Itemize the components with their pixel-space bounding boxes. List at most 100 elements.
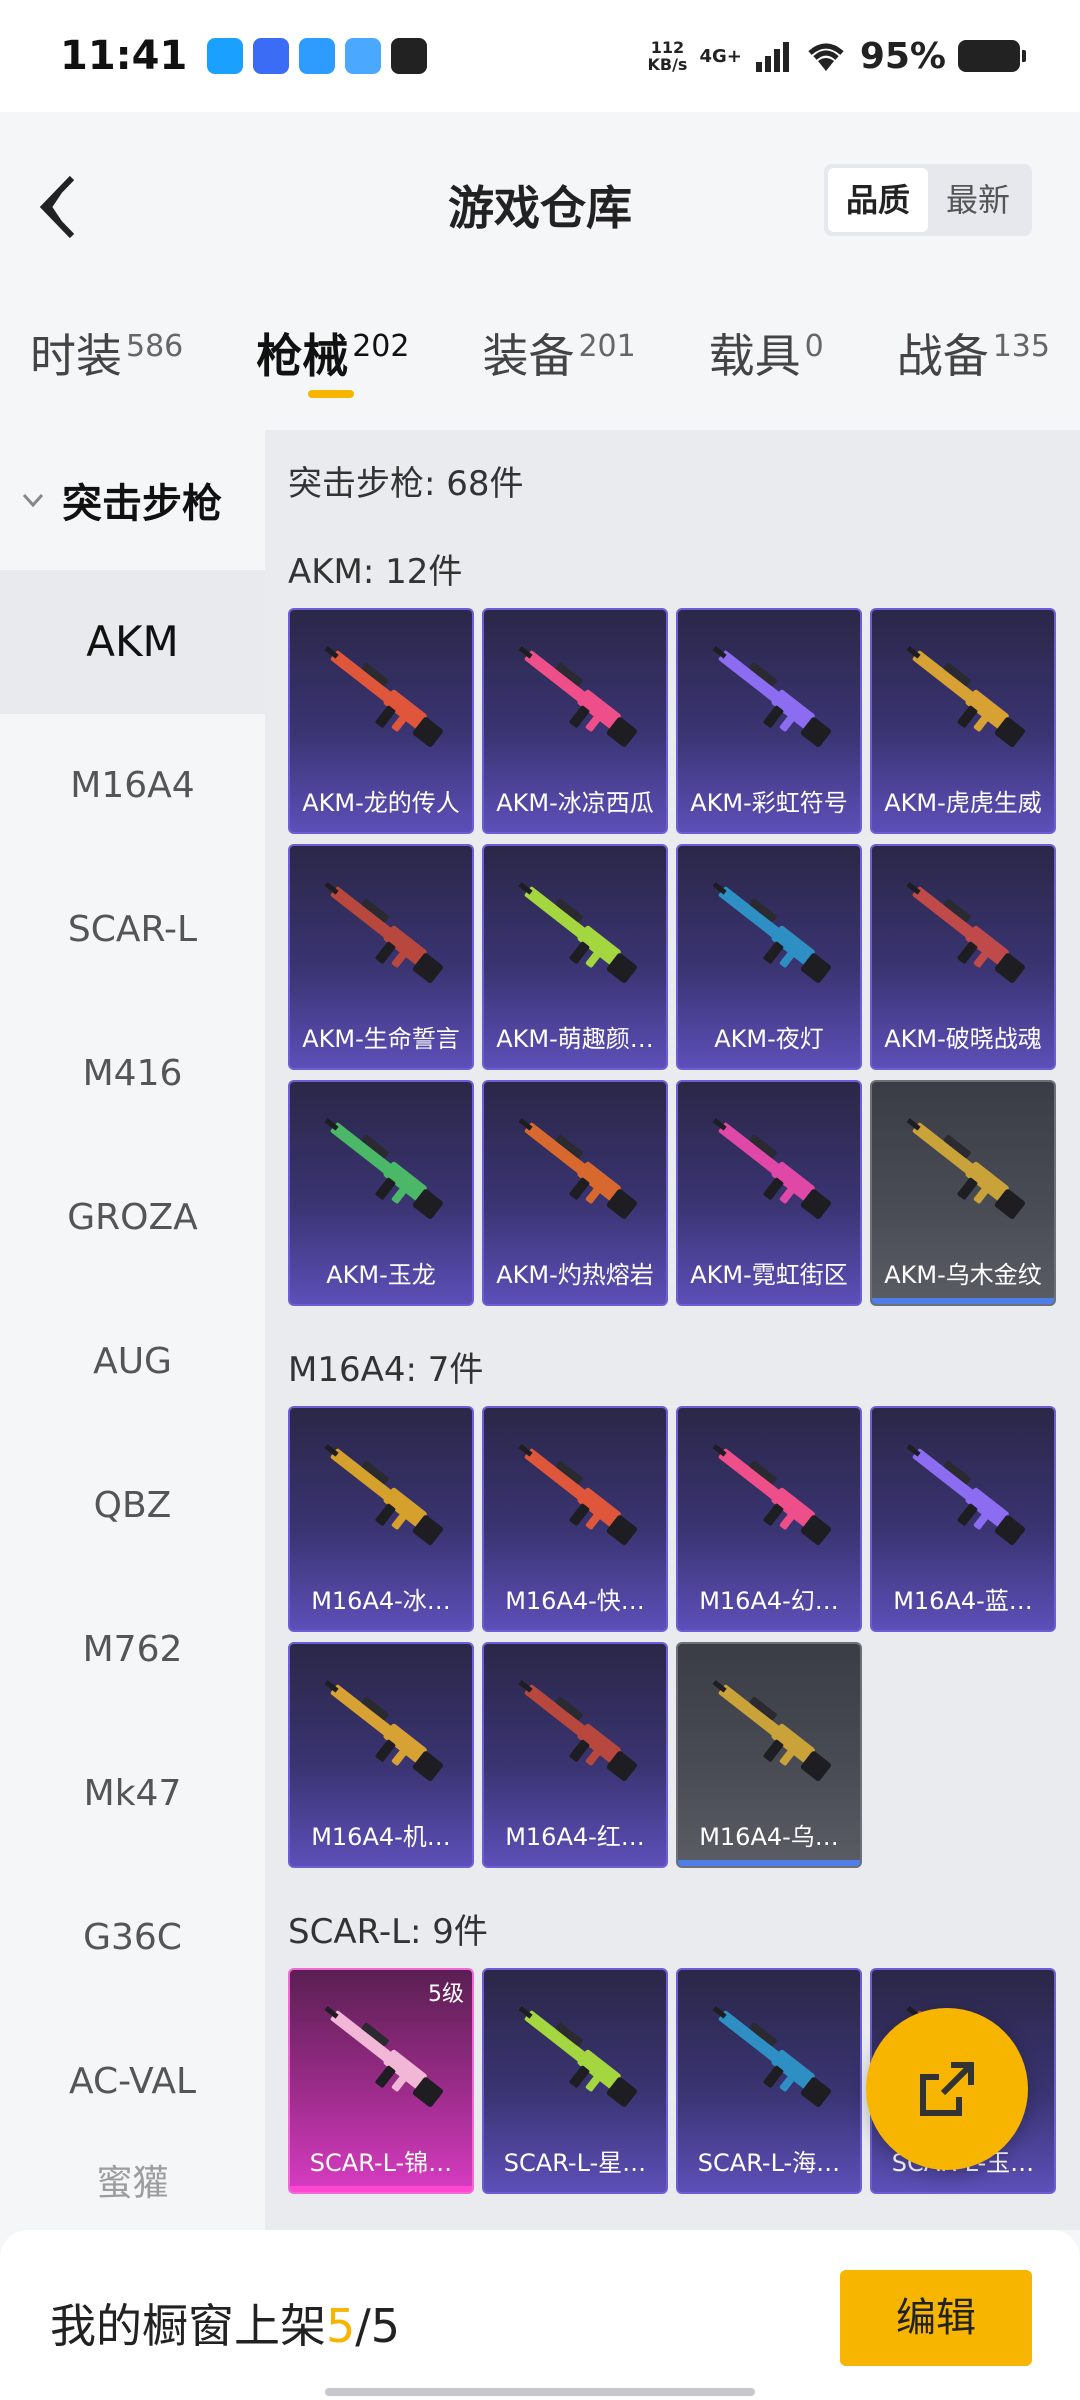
vivo-app-icon	[253, 38, 290, 74]
tab-vehicles[interactable]: 载具 0	[709, 300, 824, 410]
rifle-skin-icon	[712, 2006, 831, 2107]
weapon-skin-card[interactable]: M16A4-乌…	[676, 1642, 862, 1868]
sidebar-item-aug[interactable]: AUG	[0, 1290, 265, 1434]
category-total: 突击步枪: 68件	[288, 464, 524, 504]
tab-active-indicator	[308, 390, 355, 398]
tab-count: 0	[804, 328, 824, 364]
skin-name: AKM-霓虹街区	[690, 1261, 848, 1289]
sidebar-item-m416[interactable]: M416	[0, 1002, 265, 1146]
weapon-skin-card[interactable]: M16A4-机…	[288, 1642, 474, 1868]
tab-fashion[interactable]: 时装 586	[30, 300, 183, 410]
weapon-skin-card[interactable]: M16A4-幻…	[676, 1406, 862, 1632]
category-tabs: 时装 586 枪械 202 装备 201 载具 0 战备 135	[0, 300, 1080, 410]
sidebar-item-g36c[interactable]: G36C	[0, 1866, 265, 2010]
tab-count: 586	[126, 328, 184, 364]
sort-newest-button[interactable]: 最新	[928, 168, 1028, 232]
share-fab-button[interactable]	[866, 2008, 1028, 2170]
skin-name: AKM-玉龙	[326, 1261, 436, 1289]
tab-gear[interactable]: 战备 135	[897, 300, 1050, 410]
status-app-icons	[207, 38, 428, 74]
weapon-skin-card[interactable]: AKM-玉龙	[288, 1080, 474, 1306]
showcase-status: 我的橱窗上架5/5	[50, 2290, 400, 2356]
rifle-skin-icon	[712, 1680, 831, 1781]
showcase-total: /5	[355, 2299, 401, 2353]
skin-name: M16A4-机…	[311, 1823, 451, 1851]
tab-firearms[interactable]: 枪械 202	[256, 300, 409, 410]
sidebar-item-groza[interactable]: GROZA	[0, 1146, 265, 1290]
sidebar-item-scar-l[interactable]: SCAR-L	[0, 858, 265, 1002]
sidebar-item-m16a4[interactable]: M16A4	[0, 714, 265, 858]
weapon-skin-card[interactable]: 5级 SCAR-L-锦…	[288, 1968, 474, 2194]
skin-name: M16A4-快…	[505, 1587, 645, 1615]
rifle-skin-icon	[906, 1118, 1025, 1219]
skin-name: AKM-冰凉西瓜	[496, 789, 654, 817]
weapon-skin-card[interactable]: AKM-彩虹符号	[676, 608, 862, 834]
edit-button[interactable]: 编辑	[840, 2270, 1032, 2366]
qq-app-icon	[391, 38, 428, 74]
wifi-icon	[808, 43, 844, 71]
rifle-skin-icon	[518, 1680, 637, 1781]
skin-name: AKM-灼热熔岩	[496, 1261, 654, 1289]
skin-name: AKM-乌木金纹	[884, 1261, 1042, 1289]
weapon-skin-card[interactable]: AKM-冰凉西瓜	[482, 608, 668, 834]
rifle-skin-icon	[324, 1118, 443, 1219]
sidebar-item--[interactable]: 蜜獾	[0, 2154, 265, 2214]
status-time: 11:41	[60, 33, 188, 79]
network-speed: 112 KB/s	[647, 39, 687, 73]
signal-icon	[755, 42, 789, 72]
sidebar-item-mk47[interactable]: Mk47	[0, 1722, 265, 1866]
group-title: AKM: 12件	[288, 552, 463, 592]
tab-equipment[interactable]: 装备 201	[482, 300, 635, 410]
browser-app-icon	[299, 38, 336, 74]
weapon-content: 突击步枪: 68件 AKM: 12件 AKM-龙的传人 AKM-冰凉西瓜 AKM-彩虹…	[265, 430, 1080, 2230]
rifle-skin-icon	[712, 1118, 831, 1219]
sidebar-item-akm[interactable]: AKM	[0, 570, 265, 714]
skin-name: AKM-萌趣颜…	[496, 1025, 654, 1053]
skin-name: M16A4-蓝…	[893, 1587, 1033, 1615]
weapon-skin-card[interactable]: M16A4-蓝…	[870, 1406, 1056, 1632]
tab-count: 201	[578, 328, 636, 364]
weapon-skin-card[interactable]: AKM-虎虎生威	[870, 608, 1056, 834]
showcase-current: 5	[326, 2299, 356, 2353]
sort-toggle: 品质 最新	[824, 164, 1032, 236]
sidebar-item-m762[interactable]: M762	[0, 1578, 265, 1722]
weapon-skin-card[interactable]: SCAR-L-海…	[676, 1968, 862, 2194]
showcase-bar: 我的橱窗上架5/5 编辑	[0, 2230, 1080, 2400]
battery-icon	[958, 40, 1026, 72]
weapon-skin-card[interactable]: SCAR-L-星…	[482, 1968, 668, 2194]
skin-level-badge: 5级	[428, 1982, 464, 2007]
weapon-skin-card[interactable]: AKM-灼热熔岩	[482, 1080, 668, 1306]
skin-name: M16A4-冰…	[311, 1587, 451, 1615]
sidebar-category-header[interactable]: 突击步枪	[0, 430, 265, 570]
weapon-skin-card[interactable]: M16A4-冰…	[288, 1406, 474, 1632]
sort-quality-button[interactable]: 品质	[828, 168, 928, 232]
rifle-skin-icon	[712, 882, 831, 983]
rifle-skin-icon	[518, 1118, 637, 1219]
sidebar-item-qbz[interactable]: QBZ	[0, 1434, 265, 1578]
group-title: SCAR-L: 9件	[288, 1912, 488, 1952]
status-indicators: 112 KB/s 4G+ 95%	[647, 36, 1026, 77]
weapon-skin-card[interactable]: AKM-乌木金纹	[870, 1080, 1056, 1306]
weapon-skin-card[interactable]: M16A4-快…	[482, 1406, 668, 1632]
sidebar-item-ac-val[interactable]: AC-VAL	[0, 2010, 265, 2154]
tab-label: 战备	[896, 329, 989, 383]
weapon-skin-card[interactable]: AKM-破晓战魂	[870, 844, 1056, 1070]
skin-name: AKM-破晓战魂	[884, 1025, 1042, 1053]
status-bar: 11:41 112 KB/s 4G+ 95%	[0, 0, 1080, 112]
skin-name: M16A4-乌…	[699, 1823, 839, 1851]
weapon-skin-card[interactable]: AKM-夜灯	[676, 844, 862, 1070]
skin-name: SCAR-L-海…	[697, 2149, 841, 2177]
weapon-skin-card[interactable]: AKM-生命誓言	[288, 844, 474, 1070]
weapon-skin-card[interactable]: AKM-龙的传人	[288, 608, 474, 834]
skin-name: AKM-夜灯	[714, 1025, 824, 1053]
rifle-skin-icon	[712, 646, 831, 747]
rifle-skin-icon	[906, 882, 1025, 983]
weapon-skin-card[interactable]: AKM-霓虹街区	[676, 1080, 862, 1306]
skin-name: AKM-虎虎生威	[884, 789, 1042, 817]
weapon-skin-card[interactable]: M16A4-红…	[482, 1642, 668, 1868]
weapon-skin-card[interactable]: AKM-萌趣颜…	[482, 844, 668, 1070]
weapon-groups: AKM: 12件 AKM-龙的传人 AKM-冰凉西瓜 AKM-彩虹符号 AKM-虎虎生威…	[288, 524, 1060, 2194]
home-indicator[interactable]	[325, 2388, 755, 2396]
rifle-skin-icon	[324, 1680, 443, 1781]
rifle-skin-icon	[906, 646, 1025, 747]
